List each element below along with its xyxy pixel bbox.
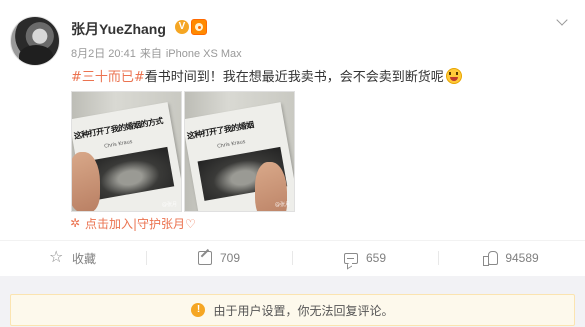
hashtag-link[interactable]: #三十而已# [71, 70, 145, 85]
comment-area: ! 由于用户设置，你无法回复评论。 [0, 276, 585, 327]
verified-badge-icon: V [175, 20, 189, 34]
source-prefix: 来自 [139, 48, 162, 60]
post-date[interactable]: 8月2日 20:41 [71, 48, 136, 60]
favorite-button[interactable]: 收藏 [0, 241, 146, 275]
book-title: 这种打开了我的婚姻 [186, 120, 255, 141]
favorite-label: 收藏 [71, 251, 96, 266]
post-text: #三十而已#看书时间到！我在想最近我卖书，会不会卖到断货呢 [71, 68, 462, 87]
book-author: Chris Kraus [216, 138, 246, 150]
like-button[interactable]: 94589 [438, 241, 584, 275]
vip-badge-icon[interactable] [191, 19, 207, 35]
warning-icon: ! [191, 303, 206, 317]
repost-button[interactable]: 709 [146, 241, 292, 275]
post-meta: 8月2日 20:41 来自 iPhone XS Max [71, 45, 246, 61]
repost-count: 709 [219, 251, 241, 265]
source-device[interactable]: iPhone XS Max [166, 48, 242, 60]
laughing-emoji-icon [445, 68, 462, 84]
book-title: 这种打开了我的婚姻的方式 [73, 116, 164, 141]
image-watermark: @张月 [274, 202, 290, 208]
post-image-2[interactable]: 这种打开了我的婚姻 Chris Kraus @张月 [184, 91, 295, 212]
comment-button[interactable]: 659 [292, 241, 438, 275]
flower-icon [70, 216, 81, 230]
star-icon [49, 247, 64, 267]
comment-restriction-notice: ! 由于用户设置，你无法回复评论。 [10, 294, 575, 326]
thumbs-up-icon [483, 251, 499, 266]
comment-icon [343, 252, 358, 264]
chevron-down-icon[interactable] [556, 16, 570, 26]
post-image-1[interactable]: 这种打开了我的婚姻的方式 Chris Kraus @张月 [71, 91, 182, 212]
book-author: Chris Kraus [103, 138, 133, 150]
repost-icon [197, 251, 212, 265]
post-body: 看书时间到！我在想最近我卖书，会不会卖到断货呢 [144, 70, 444, 85]
action-bar: 收藏 709 659 94589 [0, 241, 585, 275]
weibo-post-card: 张月YueZhang V 8月2日 20:41 来自 iPhone XS Max #… [0, 0, 585, 327]
guard-text: 点击加入|守护张月♡ [85, 217, 196, 231]
notice-text: 由于用户设置，你无法回复评论。 [213, 303, 394, 318]
guard-link[interactable]: 点击加入|守护张月♡ [70, 215, 196, 232]
image-watermark: @张月 [161, 202, 177, 208]
comment-count: 659 [365, 251, 387, 265]
avatar[interactable] [10, 16, 60, 66]
like-count: 94589 [505, 251, 539, 265]
username[interactable]: 张月YueZhang [71, 19, 166, 39]
